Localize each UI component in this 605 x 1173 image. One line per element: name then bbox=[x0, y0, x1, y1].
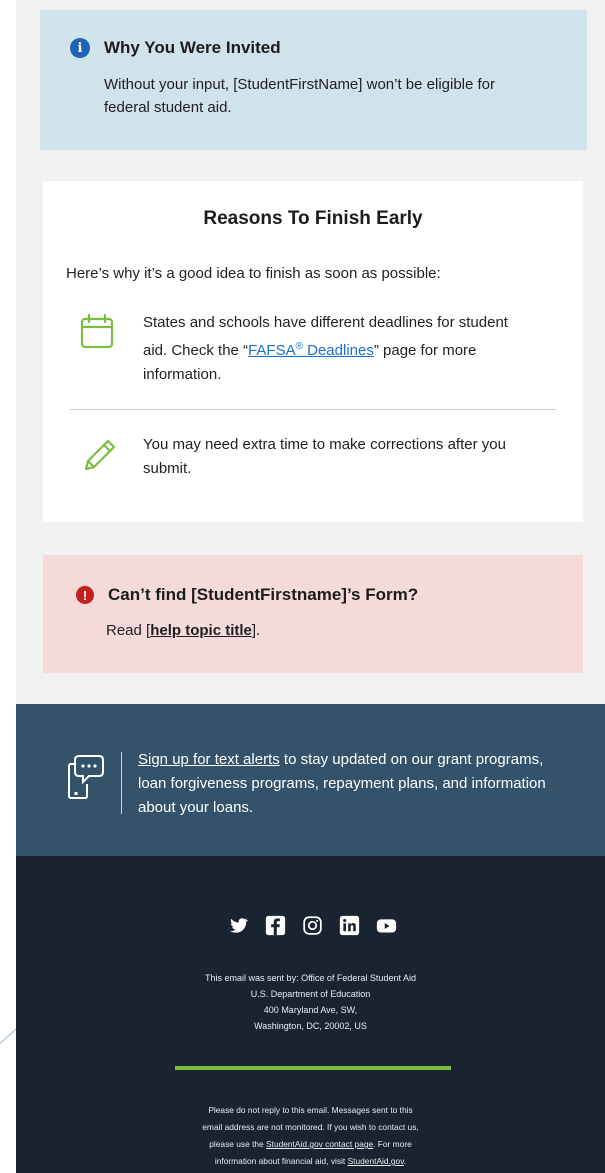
invited-body: Without your input, [StudentFirstName] w… bbox=[104, 76, 496, 116]
sender-line: 400 Maryland Ave, SW, bbox=[263, 1005, 358, 1015]
invited-title: Why You Were Invited bbox=[104, 38, 281, 57]
footer: This email was sent by: Office of Federa… bbox=[16, 856, 605, 1173]
invited-banner: i Why You Were Invited Without your inpu… bbox=[40, 10, 587, 150]
sender-address: This email was sent by: Office of Federa… bbox=[16, 970, 605, 1034]
reasons-divider bbox=[70, 409, 556, 410]
no-reply-text: information about financial aid, visit bbox=[214, 1156, 348, 1166]
studentaid-link[interactable]: StudentAid.gov bbox=[348, 1156, 404, 1166]
reasons-intro: Here’s why it’s a good idea to finish as… bbox=[66, 265, 441, 282]
phone-chat-icon bbox=[68, 755, 104, 799]
fafsa-link-after: Deadlines bbox=[302, 342, 374, 359]
no-reply-text: . bbox=[403, 1156, 407, 1166]
text-alerts-signup-link[interactable]: Sign up for text alerts bbox=[138, 751, 280, 768]
email-body: i Why You Were Invited Without your inpu… bbox=[16, 0, 605, 1173]
text-alerts-band: Sign up for text alerts to stay updated … bbox=[16, 704, 605, 856]
alerts-separator bbox=[121, 752, 122, 814]
contact-page-link[interactable]: StudentAid.gov contact page bbox=[266, 1139, 373, 1149]
reason-item-corrections: You may need extra time to make correcti… bbox=[76, 433, 523, 481]
no-reply-line: information about financial aid, visit S… bbox=[16, 1153, 605, 1170]
no-reply-line: email address are not monitored. If you … bbox=[202, 1122, 419, 1132]
youtube-icon[interactable] bbox=[376, 915, 397, 936]
registered-mark: ® bbox=[295, 341, 303, 352]
no-reply-line: Please do not reply to this email. Messa… bbox=[208, 1105, 413, 1115]
fafsa-link-text: FAFSA bbox=[248, 342, 296, 359]
linkedin-icon[interactable] bbox=[339, 915, 360, 936]
invited-header: i Why You Were Invited bbox=[70, 38, 557, 58]
reasons-card: Reasons To Finish Early Here’s why it’s … bbox=[43, 181, 583, 522]
sender-line: This email was sent by: Office of Federa… bbox=[205, 973, 416, 983]
reason-item-deadlines: States and schools have different deadli… bbox=[76, 311, 523, 387]
reason-text-corrections: You may need extra time to make correcti… bbox=[143, 436, 506, 477]
reason-text-deadlines: States and schools have different deadli… bbox=[143, 311, 523, 387]
calendar-icon bbox=[80, 313, 114, 349]
cant-find-header: ! Can’t find [StudentFirstname]’s Form? bbox=[76, 585, 583, 605]
pencil-icon bbox=[84, 439, 116, 471]
read-suffix: ]. bbox=[251, 622, 261, 639]
no-reply-text: . For more bbox=[373, 1139, 412, 1149]
twitter-icon[interactable] bbox=[228, 915, 249, 936]
info-icon: i bbox=[70, 38, 90, 58]
instagram-icon[interactable] bbox=[302, 915, 323, 936]
facebook-icon[interactable] bbox=[265, 915, 286, 936]
help-topic-link[interactable]: help topic title bbox=[150, 622, 252, 639]
sender-line: Washington, DC, 20002, US bbox=[254, 1021, 367, 1031]
no-reply-notice: Please do not reply to this email. Messa… bbox=[16, 1102, 605, 1170]
cant-find-body: Read [help topic title]. bbox=[106, 622, 583, 639]
no-reply-line: please use the StudentAid.gov contact pa… bbox=[16, 1136, 605, 1153]
cant-find-title: Can’t find [StudentFirstname]’s Form? bbox=[108, 585, 419, 604]
no-reply-text: please use the bbox=[209, 1139, 267, 1149]
sender-line: U.S. Department of Education bbox=[250, 989, 371, 999]
social-links bbox=[228, 915, 397, 936]
footer-divider bbox=[175, 1066, 451, 1070]
fafsa-deadlines-link[interactable]: FAFSA® Deadlines bbox=[248, 341, 374, 359]
cant-find-banner: ! Can’t find [StudentFirstname]’s Form? … bbox=[43, 555, 583, 673]
reasons-title: Reasons To Finish Early bbox=[203, 208, 423, 229]
alert-icon: ! bbox=[76, 586, 94, 604]
read-prefix: Read [ bbox=[106, 622, 151, 639]
text-alerts-message: Sign up for text alerts to stay updated … bbox=[138, 748, 558, 820]
